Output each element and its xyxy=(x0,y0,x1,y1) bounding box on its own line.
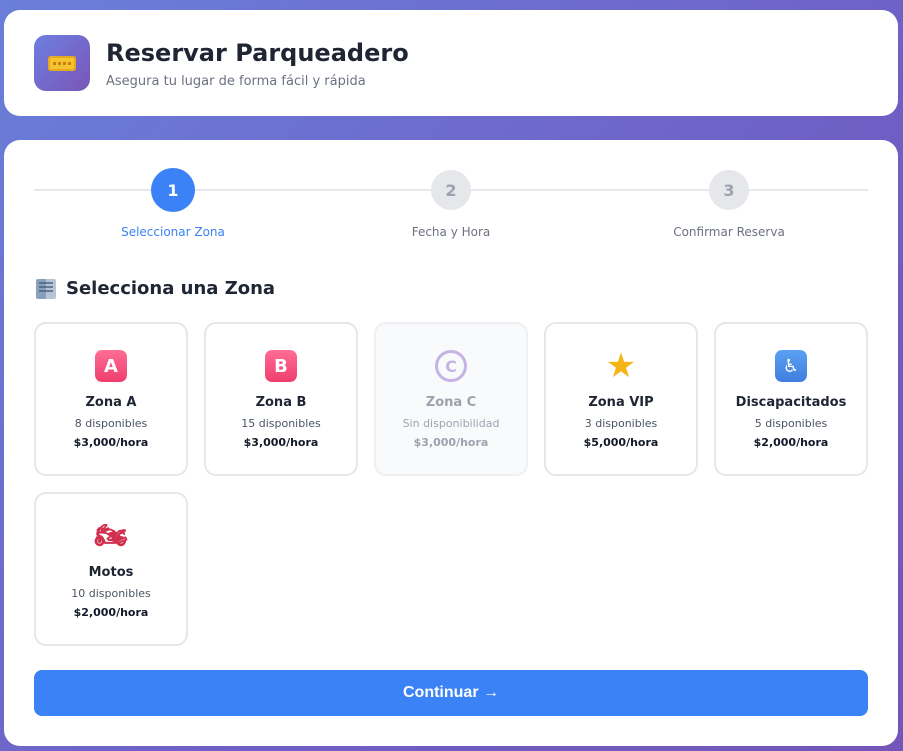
letter-b-icon: B xyxy=(265,350,297,382)
zone-availability: 15 disponibles xyxy=(241,417,321,430)
zone-price: $5,000/hora xyxy=(583,436,659,449)
zone-card-disabled-access[interactable]: ♿ Discapacitados 5 disponibles $2,000/ho… xyxy=(714,322,868,476)
zone-availability: 10 disponibles xyxy=(71,587,151,600)
zone-price: $3,000/hora xyxy=(73,436,149,449)
zone-name: Discapacitados xyxy=(735,395,847,410)
page-subtitle: Asegura tu lugar de forma fácil y rápida xyxy=(106,73,366,89)
letter-c-icon: C xyxy=(435,350,467,382)
reservation-panel: 1 Seleccionar Zona 2 Fecha y Hora 3 Conf… xyxy=(4,140,898,746)
logo xyxy=(34,35,90,91)
continue-button[interactable]: Continuar → xyxy=(34,670,868,716)
page-header: Reservar Parqueadero Asegura tu lugar de… xyxy=(4,10,898,116)
step-label: Fecha y Hora xyxy=(411,225,491,239)
zone-name: Zona B xyxy=(255,395,307,410)
motorcycle-icon: 🏍 xyxy=(94,521,128,551)
zone-card-motos[interactable]: 🏍 Motos 10 disponibles $2,000/hora xyxy=(34,492,188,646)
letter-a-icon: A xyxy=(95,350,127,382)
step-date-time[interactable]: 2 Fecha y Hora xyxy=(351,168,551,239)
zone-availability: 3 disponibles xyxy=(584,417,658,430)
section-title-text: Selecciona una Zona xyxy=(66,278,276,299)
step-confirm[interactable]: 3 Confirmar Reserva xyxy=(629,168,829,239)
page-title: Reservar Parqueadero xyxy=(106,38,409,67)
zone-name: Zona VIP xyxy=(588,395,654,410)
zone-availability: 5 disponibles xyxy=(754,417,828,430)
zone-name: Zona A xyxy=(85,395,137,410)
zone-price: $3,000/hora xyxy=(413,436,489,449)
step-select-zone[interactable]: 1 Seleccionar Zona xyxy=(73,168,273,239)
star-icon: ★ xyxy=(605,346,637,386)
stepper: 1 Seleccionar Zona 2 Fecha y Hora 3 Conf… xyxy=(34,168,868,239)
step-label: Confirmar Reserva xyxy=(673,225,785,239)
zone-card-b[interactable]: B Zona B 15 disponibles $3,000/hora xyxy=(204,322,358,476)
section-title: Selecciona una Zona xyxy=(36,278,275,299)
zone-availability: 8 disponibles xyxy=(74,417,148,430)
zone-name: Zona C xyxy=(425,395,477,410)
zone-card-c: C Zona C Sin disponibilidad $3,000/hora xyxy=(374,322,528,476)
step-label: Seleccionar Zona xyxy=(121,225,225,239)
zone-price: $3,000/hora xyxy=(243,436,319,449)
building-icon xyxy=(36,278,56,299)
step-number: 2 xyxy=(431,170,471,210)
zone-card-vip[interactable]: ★ Zona VIP 3 disponibles $5,000/hora xyxy=(544,322,698,476)
step-number: 3 xyxy=(709,170,749,210)
zone-price: $2,000/hora xyxy=(73,606,149,619)
zone-availability: Sin disponibilidad xyxy=(402,417,500,430)
zone-card-a[interactable]: A Zona A 8 disponibles $3,000/hora xyxy=(34,322,188,476)
wheelchair-icon: ♿ xyxy=(775,350,807,382)
zone-price: $2,000/hora xyxy=(753,436,829,449)
step-number: 1 xyxy=(151,168,195,212)
ticket-icon xyxy=(48,55,76,71)
zone-name: Motos xyxy=(88,565,134,580)
